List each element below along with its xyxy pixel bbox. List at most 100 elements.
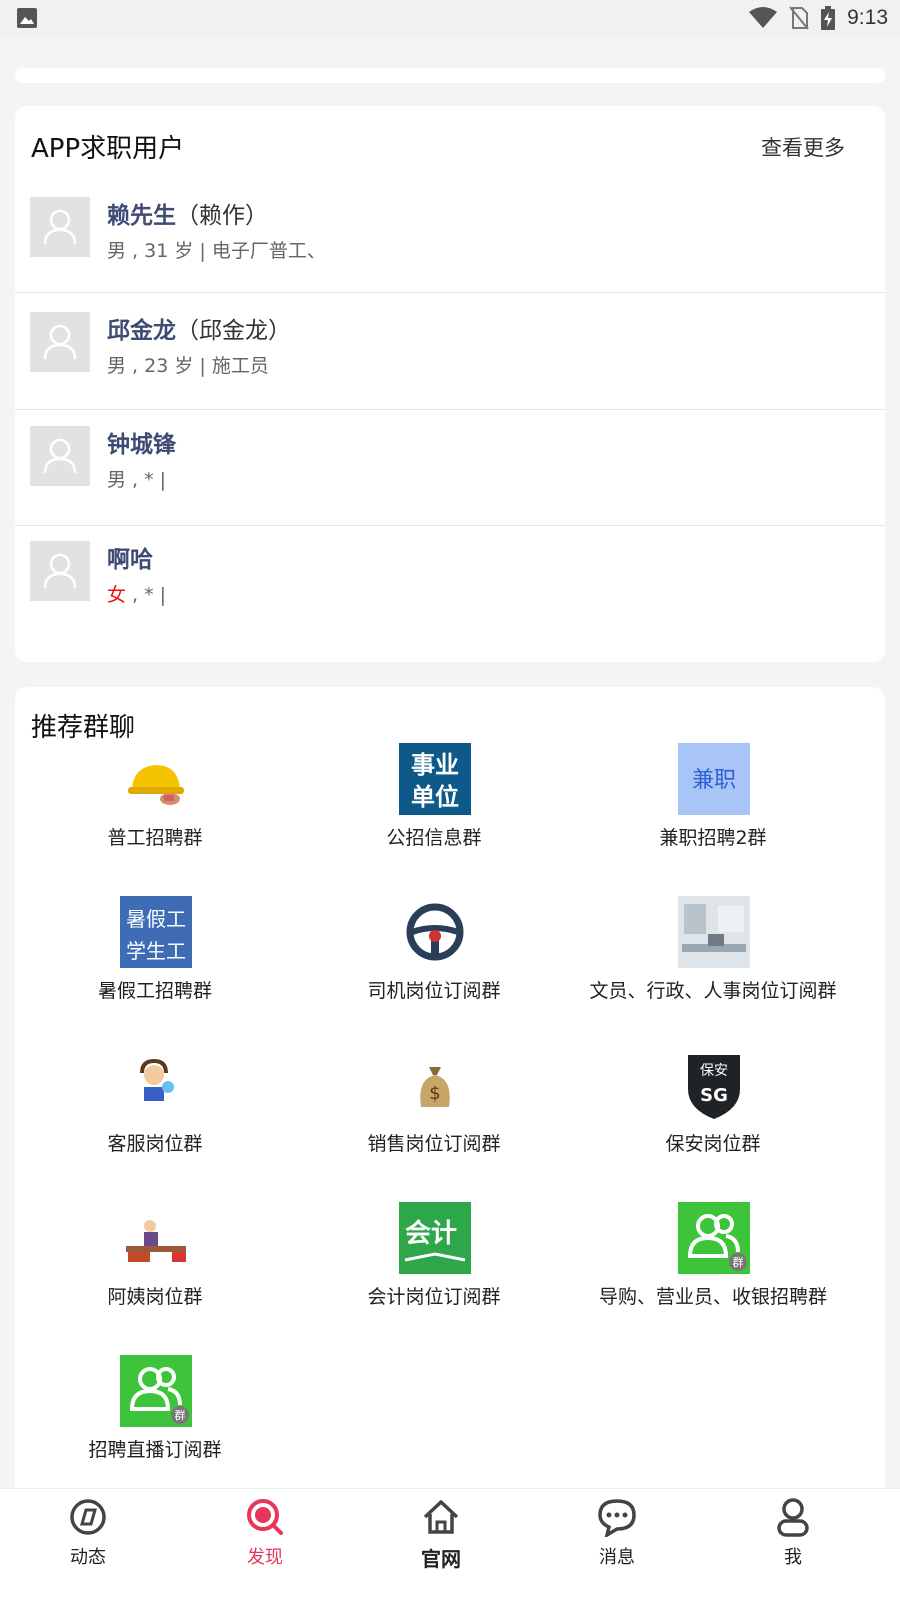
nav-item-me[interactable]: 我 — [733, 1497, 853, 1577]
no-sim-icon — [789, 6, 809, 30]
steering-wheel-icon — [406, 903, 464, 961]
nav-label: 发现 — [247, 1547, 283, 1568]
nav-item-discover[interactable]: 发现 — [205, 1497, 325, 1577]
user-gender: 男 — [107, 469, 127, 491]
accounting-icon: 会计 — [399, 1202, 471, 1274]
nav-label: 官网 — [421, 1547, 461, 1571]
group-item[interactable]: $ 销售岗位订阅群 — [294, 1049, 574, 1199]
group-item[interactable]: 事业 单位 公招信息群 — [294, 743, 574, 893]
user-name: 邱金龙 — [107, 318, 176, 344]
status-bar: 9:13 — [0, 0, 900, 36]
user-detail: 女 , * | — [107, 580, 166, 607]
icon-text: 会计 — [405, 1219, 457, 1249]
view-more-link[interactable]: 查看更多 — [761, 132, 845, 162]
group-item[interactable]: 普工招聘群 — [15, 743, 295, 893]
user-gender: 男 — [107, 240, 127, 262]
group-item[interactable]: 暑假工 学生工 暑假工招聘群 — [15, 896, 295, 1046]
nav-item-dynamic[interactable]: 动态 — [28, 1497, 148, 1577]
battery-charging-icon — [821, 6, 836, 30]
nav-item-website[interactable]: 官网 — [381, 1497, 501, 1577]
section-title: 推荐群聊 — [31, 713, 136, 743]
nav-label: 动态 — [70, 1547, 106, 1568]
group-label: 保安岗位群 — [665, 1133, 761, 1155]
user-alias: （赖作） — [176, 203, 268, 229]
user-info: , 23 岁 | 施工员 — [126, 355, 269, 377]
public-unit-icon: 事业 单位 — [399, 743, 471, 815]
group-item[interactable]: 兼职 兼职招聘2群 — [573, 743, 853, 893]
nav-item-messages[interactable]: 消息 — [557, 1497, 677, 1577]
user-info: , * | — [126, 469, 167, 491]
avatar — [30, 197, 90, 257]
user-placeholder-icon — [43, 209, 77, 245]
avatar — [30, 541, 90, 601]
avatar — [30, 312, 90, 372]
group-label: 文员、行政、人事岗位订阅群 — [589, 980, 837, 1002]
user-name-line: 啊哈 — [107, 540, 153, 574]
group-label: 销售岗位订阅群 — [367, 1133, 501, 1155]
user-name-line: 邱金龙（邱金龙） — [107, 311, 291, 345]
icon-text: 单位 — [411, 783, 459, 811]
user-info: , 31 岁 | 电子厂普工、 — [126, 240, 326, 262]
wifi-icon — [749, 7, 778, 28]
group-item[interactable]: 群 招聘直播订阅群 — [15, 1355, 295, 1505]
home-icon — [423, 1500, 459, 1534]
security-badge-icon: 保安 SG — [688, 1055, 740, 1119]
user-name: 赖先生 — [107, 203, 176, 229]
housekeeper-icon — [126, 1220, 186, 1262]
image-notification-icon — [17, 8, 37, 28]
user-name: 啊哈 — [107, 547, 153, 573]
icon-text: 保安 — [700, 1063, 728, 1079]
icon-text: 群 — [175, 1408, 186, 1422]
group-item[interactable]: 会计 会计岗位订阅群 — [294, 1202, 574, 1352]
customer-service-icon — [140, 1058, 174, 1101]
person-icon — [777, 1498, 809, 1537]
discover-search-icon — [247, 1499, 283, 1535]
icon-text: 暑假工 — [126, 907, 186, 931]
clock: 9:13 — [847, 6, 888, 29]
user-gender: 男 — [107, 355, 127, 377]
user-detail: 男 , 31 岁 | 电子厂普工、 — [107, 236, 326, 263]
group-label: 司机岗位订阅群 — [367, 980, 501, 1002]
recommended-groups-card: 推荐群聊 普工招聘群 事业 单位 公招信息群 兼职 兼职招聘2群 暑假工 学生工 — [15, 687, 885, 1527]
svg-text:$: $ — [429, 1083, 440, 1104]
user-name: 钟城锋 — [107, 432, 176, 458]
group-label: 招聘直播订阅群 — [88, 1439, 222, 1461]
icon-text: 事业 — [411, 751, 459, 779]
user-row[interactable]: 邱金龙（邱金龙） 男 , 23 岁 | 施工员 — [15, 293, 885, 410]
group-label: 暑假工招聘群 — [97, 980, 212, 1002]
compass-icon — [70, 1499, 106, 1535]
icon-text: 群 — [733, 1255, 744, 1269]
chat-bubble-icon — [598, 1499, 636, 1537]
user-row[interactable]: 钟城锋 男 , * | — [15, 409, 885, 526]
group-item[interactable]: 客服岗位群 — [15, 1049, 295, 1199]
svg-text:SG: SG — [700, 1085, 728, 1106]
user-row[interactable]: 啊哈 女 , * | — [15, 524, 885, 641]
user-placeholder-icon — [43, 438, 77, 474]
group-item[interactable]: 阿姨岗位群 — [15, 1202, 295, 1352]
money-bag-icon: $ — [420, 1067, 450, 1107]
group-item[interactable]: 保安 SG 保安岗位群 — [573, 1049, 853, 1199]
icon-text: 学生工 — [126, 939, 186, 963]
group-item[interactable]: 司机岗位订阅群 — [294, 896, 574, 1046]
user-row[interactable]: 赖先生（赖作） 男 , 31 岁 | 电子厂普工、 — [15, 176, 885, 293]
group-label: 客服岗位群 — [107, 1133, 203, 1155]
bottom-nav: 动态 发现 官网 消息 我 — [0, 1488, 900, 1600]
nav-label: 我 — [784, 1547, 802, 1568]
nav-label: 消息 — [599, 1547, 635, 1568]
group-label: 会计岗位订阅群 — [367, 1286, 501, 1308]
group-label: 阿姨岗位群 — [107, 1286, 203, 1308]
group-item[interactable]: 群 导购、营业员、收银招聘群 — [573, 1202, 853, 1352]
user-info: , * | — [126, 584, 167, 606]
office-icon — [678, 896, 750, 968]
group-chat-icon: 群 — [120, 1355, 192, 1427]
group-label: 普工招聘群 — [107, 827, 203, 849]
avatar — [30, 426, 90, 486]
group-item[interactable]: 文员、行政、人事岗位订阅群 — [573, 896, 853, 1046]
parttime-icon: 兼职 — [678, 743, 750, 815]
user-detail: 男 , 23 岁 | 施工员 — [107, 351, 269, 378]
user-detail: 男 , * | — [107, 465, 166, 492]
user-name-line: 赖先生（赖作） — [107, 196, 268, 230]
hardhat-icon — [128, 765, 184, 805]
top-card-edge — [15, 68, 885, 83]
summer-worker-icon: 暑假工 学生工 — [120, 896, 192, 968]
